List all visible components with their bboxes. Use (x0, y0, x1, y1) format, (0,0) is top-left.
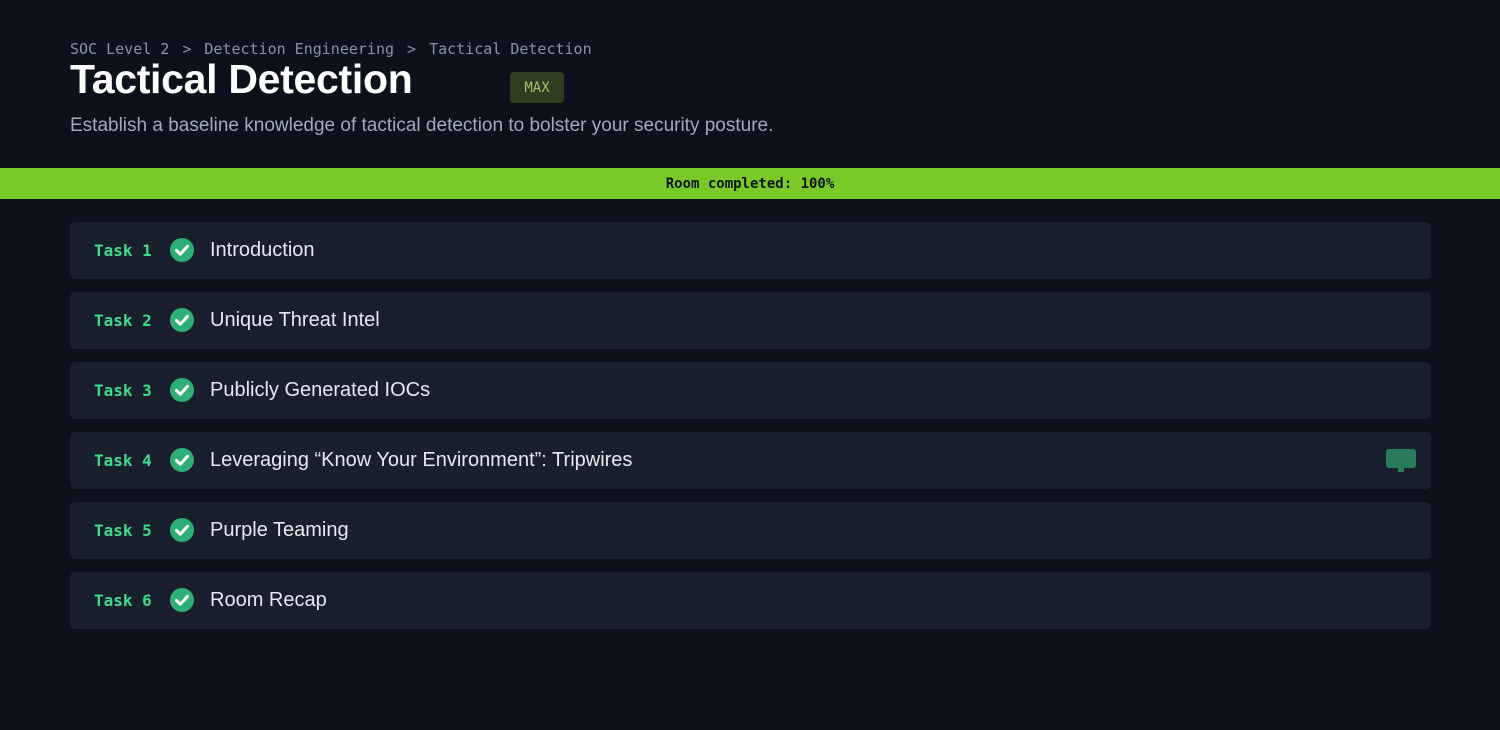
progress-label: Room completed: 100% (665, 175, 835, 192)
task-title: Introduction (210, 239, 315, 261)
task-row-3[interactable]: Task 3 Publicly Generated IOCs (70, 362, 1431, 419)
check-circle-icon (170, 518, 194, 542)
room-progress-bar: Room completed: 100% (0, 168, 1500, 199)
task-number: Task 3 (94, 381, 152, 400)
task-list: Task 1 Introduction Task 2 Unique Threat… (70, 222, 1431, 642)
task-title: Room Recap (210, 589, 327, 611)
task-row-1[interactable]: Task 1 Introduction (70, 222, 1431, 279)
check-circle-icon (170, 588, 194, 612)
task-title: Unique Threat Intel (210, 309, 380, 331)
check-circle-icon (170, 448, 194, 472)
room-header: SOC Level 2 > Detection Engineering > Ta… (0, 0, 1500, 168)
subscription-badge: MAX (510, 72, 564, 103)
task-number: Task 6 (94, 591, 152, 610)
task-row-2[interactable]: Task 2 Unique Threat Intel (70, 292, 1431, 349)
breadcrumb-item-tactical-detection[interactable]: Tactical Detection (429, 40, 592, 58)
task-row-6[interactable]: Task 6 Room Recap (70, 572, 1431, 629)
task-title: Publicly Generated IOCs (210, 379, 431, 401)
task-row-4[interactable]: Task 4 Leveraging “Know Your Environment… (70, 432, 1431, 489)
comment-icon[interactable] (1386, 449, 1416, 473)
check-circle-icon (170, 238, 194, 262)
task-row-5[interactable]: Task 5 Purple Teaming (70, 502, 1431, 559)
check-circle-icon (170, 378, 194, 402)
check-circle-icon (170, 308, 194, 332)
task-number: Task 2 (94, 311, 152, 330)
task-title: Leveraging “Know Your Environment”: Trip… (210, 449, 633, 471)
task-number: Task 4 (94, 451, 152, 470)
task-number: Task 5 (94, 521, 152, 540)
room-description: Establish a baseline knowledge of tactic… (70, 115, 774, 136)
task-number: Task 1 (94, 241, 152, 260)
page-title: Tactical Detection (70, 56, 413, 102)
task-title: Purple Teaming (210, 519, 349, 541)
